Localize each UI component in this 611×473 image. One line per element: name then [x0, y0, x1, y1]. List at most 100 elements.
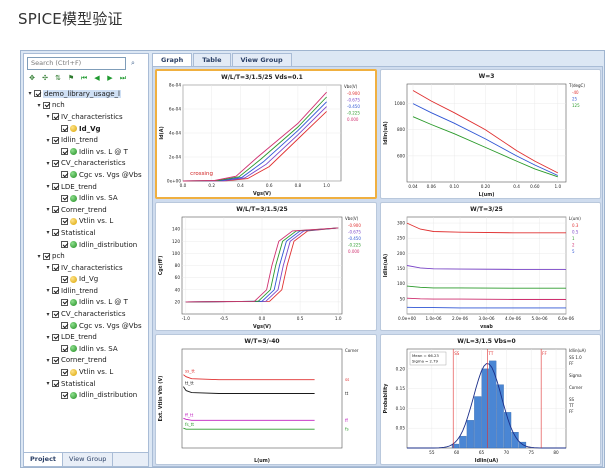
expand-toggle-icon[interactable]: ▾: [44, 137, 52, 144]
tree-checkbox[interactable]: [61, 217, 68, 225]
tree-checkbox[interactable]: [43, 101, 50, 109]
tree-checkbox[interactable]: [52, 113, 59, 121]
tree-item[interactable]: Idlin_distribution: [26, 389, 148, 401]
tree-checkbox[interactable]: [61, 275, 68, 283]
filter-icon[interactable]: ⚑: [66, 73, 76, 83]
tree-item[interactable]: ▾ LDE_trend: [26, 331, 148, 343]
corner-line-label: TT: [487, 351, 493, 356]
expand-toggle-icon[interactable]: ▾: [44, 380, 52, 387]
tab-view-group-graphs[interactable]: View Group: [231, 53, 292, 66]
search-icon[interactable]: ⌕: [128, 57, 138, 70]
first-icon[interactable]: ⏮: [79, 73, 89, 83]
expand-toggle-icon[interactable]: ▾: [44, 287, 52, 294]
collapse-all-icon[interactable]: ✣: [40, 73, 50, 83]
tree-item[interactable]: ▾ Corner_trend: [26, 355, 148, 367]
tree-item[interactable]: ▾ Statistical: [26, 227, 148, 239]
tree-item[interactable]: ▾ Corner_trend: [26, 204, 148, 216]
x-tick-label: 1.0e-06: [425, 316, 441, 321]
tree-checkbox[interactable]: [52, 356, 59, 364]
tree-item[interactable]: ▾ demo_library_usage_l: [26, 88, 148, 100]
x-tick-label: 0.20: [481, 184, 491, 189]
tree-item[interactable]: ▾ nch: [26, 100, 148, 112]
tab-view-group[interactable]: View Group: [63, 453, 114, 466]
tree-item[interactable]: Cgc vs. Vgs @Vbs: [26, 320, 148, 332]
prev-icon[interactable]: ◀: [92, 73, 102, 83]
tree-checkbox[interactable]: [61, 368, 68, 376]
expand-toggle-icon[interactable]: ▾: [44, 160, 52, 167]
legend-entry: fs: [345, 427, 349, 432]
expand-toggle-icon[interactable]: ▾: [44, 334, 52, 341]
tree-checkbox[interactable]: [61, 148, 68, 156]
tree-item[interactable]: Idlin vs. SA: [26, 192, 148, 204]
tree-item[interactable]: ▾ CV_characteristics: [26, 158, 148, 170]
last-icon[interactable]: ⏭: [118, 73, 128, 83]
expand-toggle-icon[interactable]: ▾: [26, 90, 34, 97]
expand-toggle-icon[interactable]: ▾: [44, 113, 52, 120]
sort-icon[interactable]: ⇅: [53, 73, 63, 83]
tree-checkbox[interactable]: [61, 241, 68, 249]
tree-checkbox[interactable]: [61, 298, 68, 306]
tree-checkbox[interactable]: [43, 252, 50, 260]
tree-item[interactable]: ▾ IV_characteristics: [26, 262, 148, 274]
chart-panel-cgc[interactable]: W/L/T=3/1.5/25 -1.0 -0.5 0.0 0.5 1.0 20 40 60 80 1…: [155, 202, 377, 331]
tree-item[interactable]: Idlin vs. SA: [26, 343, 148, 355]
expand-toggle-icon[interactable]: ▾: [44, 206, 52, 213]
legend-title: T(degC): [568, 83, 585, 88]
tree-checkbox[interactable]: [52, 183, 59, 191]
tree-item[interactable]: Vtlin vs. L: [26, 366, 148, 378]
tree-checkbox[interactable]: [61, 391, 68, 399]
x-tick-label: 0.2: [208, 183, 215, 188]
chart-panel-corner[interactable]: W/T=3/-40 L(um) Ext. Vtlin Vth (V) ss_tt ss t…: [155, 334, 377, 465]
y-axis-label: Probability: [383, 383, 389, 414]
tree-checkbox[interactable]: [61, 194, 68, 202]
tree-checkbox[interactable]: [52, 287, 59, 295]
next-icon[interactable]: ▶: [105, 73, 115, 83]
expand-all-icon[interactable]: ✥: [27, 73, 37, 83]
expand-toggle-icon[interactable]: ▾: [44, 357, 52, 364]
tree-checkbox[interactable]: [61, 345, 68, 353]
tab-graph[interactable]: Graph: [152, 53, 193, 66]
chart-title: W/L=3/1.5 Vbs=0: [457, 338, 515, 345]
tree-item-label: nch: [52, 101, 65, 110]
search-input[interactable]: Search (Ctrl+F): [27, 57, 126, 70]
tree-item[interactable]: Idlin vs. L @ T: [26, 146, 148, 158]
tree-checkbox[interactable]: [61, 171, 68, 179]
x-axis-label: L(um): [254, 458, 270, 464]
tree-checkbox[interactable]: [52, 229, 59, 237]
tree-checkbox[interactable]: [61, 322, 68, 330]
chart-panel-histogram[interactable]: W/L=3/1.5 Vbs=0 55 60 65 70 75 80 0.05 0.10 0.15 0…: [380, 334, 601, 465]
chart-panel-idlin-l[interactable]: W=3 0.04 0.06 0.10 0.20 0.4 0.60 1.0 600 800 1000 L…: [380, 69, 601, 199]
tree-item[interactable]: ▾ pch: [26, 250, 148, 262]
expand-toggle-icon[interactable]: ▾: [44, 229, 52, 236]
tree-item[interactable]: ▾ CV_characteristics: [26, 308, 148, 320]
tree-item[interactable]: Idlin vs. L @ T: [26, 297, 148, 309]
tree-checkbox[interactable]: [52, 159, 59, 167]
tree-checkbox[interactable]: [52, 264, 59, 272]
tree-checkbox[interactable]: [52, 380, 59, 388]
tab-table[interactable]: Table: [193, 53, 231, 66]
tree-checkbox[interactable]: [61, 125, 68, 133]
tab-project[interactable]: Project: [24, 453, 64, 466]
tree-item[interactable]: Cgc vs. Vgs @Vbs: [26, 169, 148, 181]
expand-toggle-icon[interactable]: ▾: [44, 183, 52, 190]
tree-item[interactable]: ▾ IV_characteristics: [26, 111, 148, 123]
tree-checkbox[interactable]: [52, 136, 59, 144]
tree-checkbox[interactable]: [52, 206, 59, 214]
tree-item[interactable]: Id_Vg: [26, 123, 148, 135]
tree-item[interactable]: ▾ Statistical: [26, 378, 148, 390]
chart-panel-idvg[interactable]: W/L/T=3/1.5/25 Vds=0.1 0.0 0.2 0.4 0.6 0.8 1.0…: [155, 69, 377, 199]
tree-checkbox[interactable]: [34, 90, 41, 98]
tree-checkbox[interactable]: [52, 310, 59, 318]
expand-toggle-icon[interactable]: ▾: [44, 264, 52, 271]
tree-item[interactable]: Vtlin vs. L: [26, 216, 148, 228]
tree-item[interactable]: Id_Vg: [26, 274, 148, 286]
chart-panel-idlin-sa[interactable]: W/T=3/25 0.0e+00 1.0e-06 2.0e-06 3.0e-06 4.0e…: [380, 202, 601, 331]
tree-item[interactable]: Idlin_distribution: [26, 239, 148, 251]
expand-toggle-icon[interactable]: ▾: [35, 253, 43, 260]
tree-item[interactable]: ▾ Idlin_trend: [26, 285, 148, 297]
tree-checkbox[interactable]: [52, 333, 59, 341]
tree-item[interactable]: ▾ LDE_trend: [26, 181, 148, 193]
expand-toggle-icon[interactable]: ▾: [35, 102, 43, 109]
tree-item[interactable]: ▾ Idlin_trend: [26, 134, 148, 146]
expand-toggle-icon[interactable]: ▾: [44, 311, 52, 318]
